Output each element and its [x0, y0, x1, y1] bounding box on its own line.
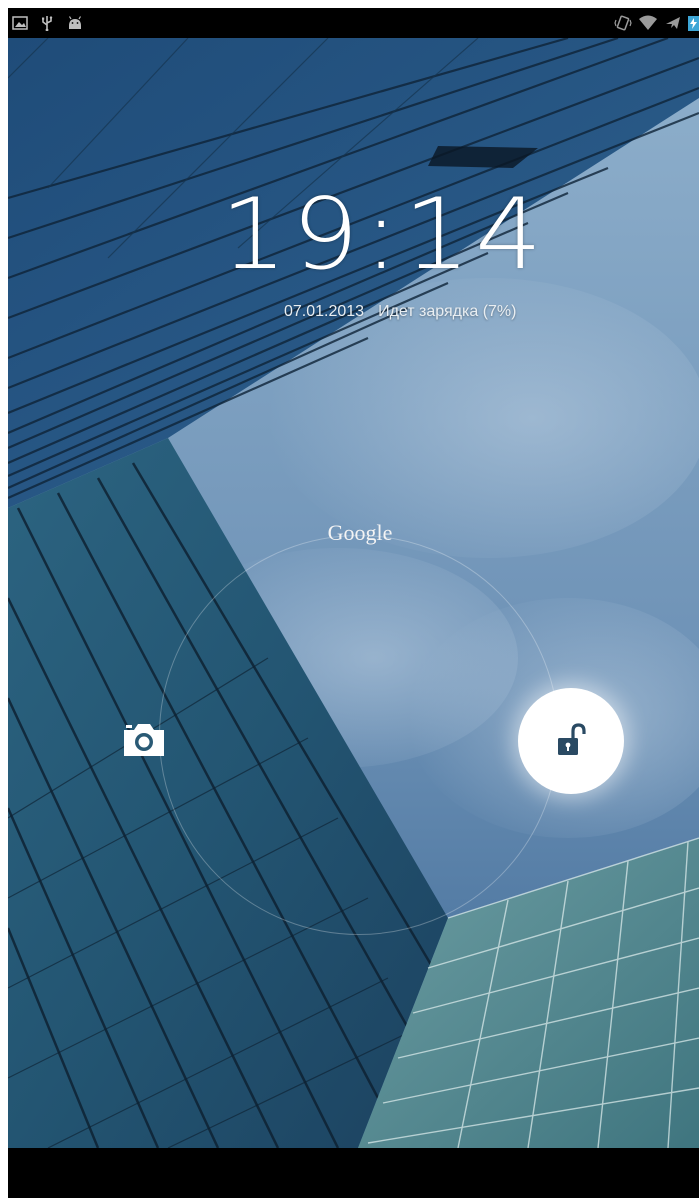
airplane-mode-icon — [664, 15, 682, 31]
usb-icon — [40, 15, 58, 32]
lockscreen-clock: 19:14 — [220, 178, 547, 292]
unlock-icon — [558, 723, 586, 755]
camera-icon — [124, 724, 164, 756]
lockscreen-info-row: 07.01.2013 Идет зарядка (7%) — [284, 303, 516, 321]
unlock-ring — [159, 535, 559, 935]
lock-screen: 19:14 07.01.2013 Идет зарядка (7%) Google — [8, 8, 699, 1198]
status-bar — [8, 8, 699, 38]
wifi-icon — [638, 15, 657, 31]
gallery-icon — [12, 15, 30, 31]
charging-status: Идет зарядка (7%) — [378, 303, 517, 320]
unlock-handle[interactable] — [518, 688, 624, 794]
lockscreen-date: 07.01.2013 — [284, 303, 365, 320]
camera-target[interactable] — [120, 720, 172, 768]
google-now-target[interactable]: Google — [312, 516, 408, 550]
android-debug-icon — [66, 15, 84, 31]
navigation-bar — [8, 1148, 699, 1198]
vibrate-icon — [614, 15, 632, 31]
battery-charging-icon — [688, 15, 699, 31]
